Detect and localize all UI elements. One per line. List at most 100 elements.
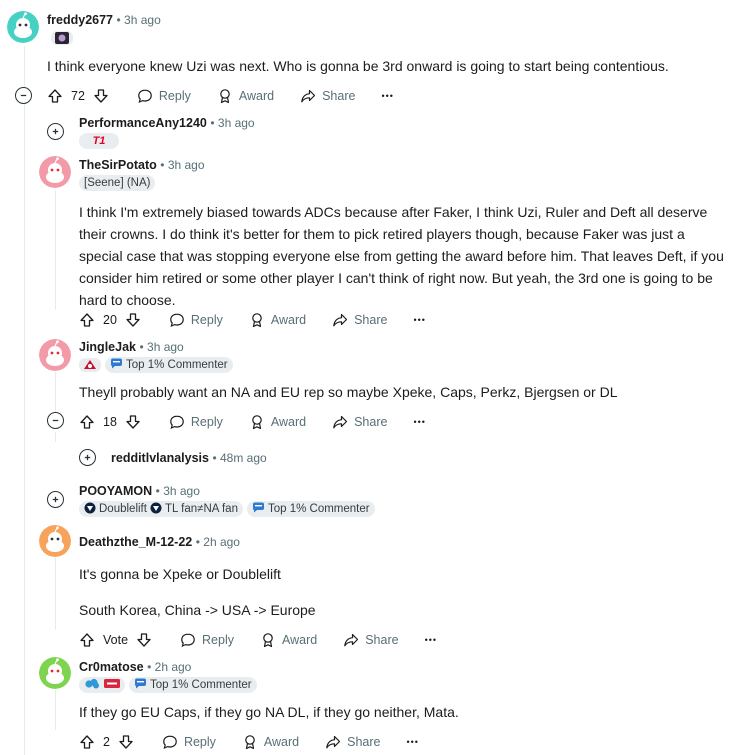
top-commenter-icon	[134, 678, 147, 692]
top-commenter-icon	[252, 502, 265, 516]
avatar[interactable]	[39, 657, 71, 689]
username[interactable]: Cr0matose • 2h ago	[79, 660, 191, 674]
more-options-button[interactable]: •••	[381, 91, 393, 101]
share-label: Share	[354, 415, 388, 429]
share-label: Share	[347, 735, 381, 749]
award-button[interactable]: Award	[242, 734, 299, 750]
username[interactable]: freddy2677 • 3h ago	[47, 13, 161, 27]
avatar[interactable]	[39, 156, 71, 188]
timestamp: • 3h ago	[160, 158, 205, 172]
share-icon	[325, 734, 341, 750]
reply-button[interactable]: Reply	[169, 414, 223, 430]
reply-button[interactable]: Reply	[137, 88, 191, 104]
thread-line-jinglejak	[55, 372, 56, 412]
more-options-icon: •••	[381, 91, 394, 101]
more-options-button[interactable]: •••	[425, 635, 437, 645]
downvote-icon[interactable]	[136, 632, 152, 648]
downvote-icon[interactable]	[118, 734, 134, 750]
team-flairs	[79, 677, 125, 693]
share-icon	[332, 312, 348, 328]
timestamp: • 3h ago	[210, 116, 255, 130]
timestamp-text: 3h ago	[163, 484, 200, 498]
timestamp-text: 2h ago	[203, 535, 240, 549]
upvote-icon[interactable]	[79, 632, 95, 648]
downvote-icon[interactable]	[125, 414, 141, 430]
comment-action-bar: 2 Reply Award Share •••	[79, 730, 445, 754]
top-commenter-icon	[110, 358, 123, 372]
username-text[interactable]: Deathzthe_M-12-22	[79, 535, 192, 549]
share-button[interactable]: Share	[325, 734, 381, 750]
share-button[interactable]: Share	[332, 414, 387, 430]
collapse-thread-button[interactable]	[15, 87, 32, 104]
more-options-button[interactable]: •••	[407, 737, 419, 747]
username[interactable]: Deathzthe_M-12-22 • 2h ago	[79, 535, 240, 549]
timestamp-text: 3h ago	[124, 13, 161, 27]
upvote-icon[interactable]	[47, 88, 63, 104]
share-icon	[300, 88, 316, 104]
username[interactable]: POOYAMON • 3h ago	[79, 484, 200, 498]
avatar[interactable]	[7, 11, 39, 43]
upvote-icon[interactable]	[79, 734, 95, 750]
username[interactable]: PerformanceAny1240 • 3h ago	[79, 116, 255, 130]
expand-thread-button[interactable]	[79, 449, 96, 466]
award-button[interactable]: Award	[249, 414, 306, 430]
downvote-icon[interactable]	[93, 88, 109, 104]
timestamp: • 3h ago	[139, 340, 184, 354]
award-button[interactable]: Award	[249, 312, 306, 328]
reply-button[interactable]: Reply	[180, 632, 234, 648]
reply-button[interactable]: Reply	[162, 734, 216, 750]
tl-logo-icon	[84, 502, 96, 517]
downvote-icon[interactable]	[125, 312, 141, 328]
comment-body-line-1: It's gonna be Xpeke or Doublelift	[79, 566, 281, 582]
award-button[interactable]: Award	[260, 632, 317, 648]
username-text[interactable]: freddy2677	[47, 13, 113, 27]
comment-body-line-2: South Korea, China -> USA -> Europe	[79, 602, 316, 618]
vote-group: 72	[47, 88, 109, 104]
timestamp-text: 48m ago	[220, 451, 267, 465]
award-label: Award	[238, 89, 275, 103]
expand-thread-button[interactable]	[47, 123, 64, 140]
username-text[interactable]: POOYAMON	[79, 484, 152, 498]
username[interactable]: redditlvlanalysis • 48m ago	[111, 451, 267, 465]
username-text[interactable]: PerformanceAny1240	[79, 116, 207, 130]
share-button[interactable]: Share	[343, 632, 399, 648]
text-flair: [Seene] (NA)	[79, 175, 156, 191]
comment-body: I think I'm extremely biased towards ADC…	[79, 204, 724, 308]
comment-bubble-icon	[180, 632, 196, 648]
username[interactable]: TheSirPotato • 3h ago	[79, 158, 205, 172]
user-flair: [Seene] (NA)	[79, 175, 156, 191]
share-button[interactable]: Share	[332, 312, 387, 328]
flair-image-icon	[51, 31, 73, 45]
reply-label: Reply	[190, 415, 223, 429]
thread-line-root	[24, 46, 25, 755]
tl-logo-icon	[150, 502, 162, 517]
share-label: Share	[322, 89, 356, 103]
more-options-icon: •••	[424, 635, 438, 645]
comment-body: Theyll probably want an NA and EU rep so…	[79, 384, 618, 400]
upvote-icon[interactable]	[79, 414, 95, 430]
more-options-button[interactable]: •••	[413, 417, 425, 427]
timestamp: • 2h ago	[195, 535, 240, 549]
more-options-button[interactable]: •••	[413, 315, 425, 325]
top-commenter-label: Top 1% Commenter	[267, 503, 370, 515]
avatar[interactable]	[39, 339, 71, 371]
share-button[interactable]: Share	[300, 88, 355, 104]
team-logo-icon	[79, 358, 101, 372]
upvote-icon[interactable]	[79, 312, 95, 328]
share-icon	[343, 632, 359, 648]
username-text[interactable]: redditlvlanalysis	[111, 451, 209, 465]
collapse-thread-button[interactable]	[47, 412, 64, 429]
top-commenter-badge: Top 1% Commenter	[129, 677, 257, 693]
username-text[interactable]: JingleJak	[79, 340, 136, 354]
share-icon	[332, 414, 348, 430]
top-commenter-label: Top 1% Commenter	[150, 679, 252, 691]
award-button[interactable]: Award	[217, 88, 274, 104]
username-text[interactable]: Cr0matose	[79, 660, 144, 674]
username-text[interactable]: TheSirPotato	[79, 158, 157, 172]
avatar[interactable]	[39, 525, 71, 557]
username[interactable]: JingleJak • 3h ago	[79, 340, 184, 354]
user-flair: T1	[79, 133, 119, 149]
expand-thread-button[interactable]	[47, 491, 64, 508]
comment-bubble-icon	[162, 734, 178, 750]
reply-button[interactable]: Reply	[169, 312, 223, 328]
